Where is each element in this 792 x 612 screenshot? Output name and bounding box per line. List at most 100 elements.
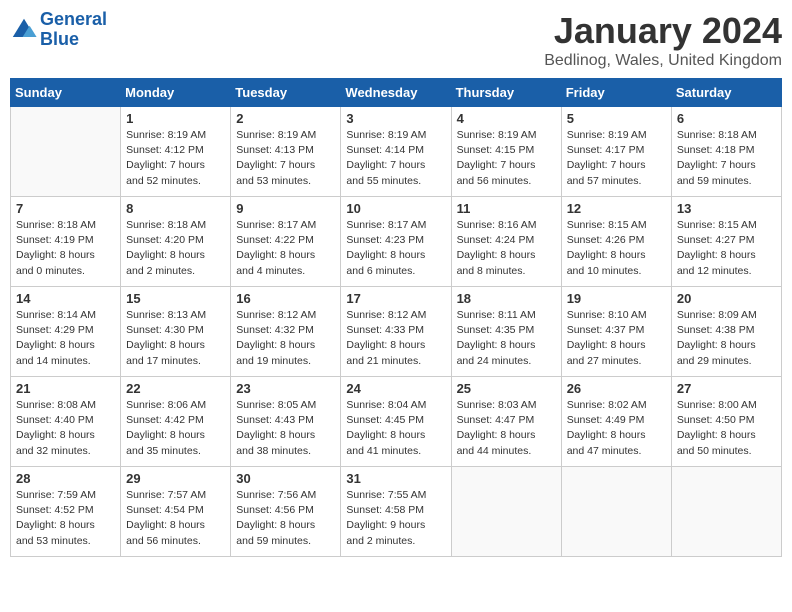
day-number: 27 — [677, 381, 776, 396]
calendar-week-row: 21 Sunrise: 8:08 AM Sunset: 4:40 PM Dayli… — [11, 377, 782, 467]
day-info: Sunrise: 8:12 AM Sunset: 4:33 PM Dayligh… — [346, 308, 445, 369]
day-number: 14 — [16, 291, 115, 306]
day-number: 22 — [126, 381, 225, 396]
day-number: 12 — [567, 201, 666, 216]
day-number: 4 — [457, 111, 556, 126]
day-number: 10 — [346, 201, 445, 216]
calendar-cell: 8 Sunrise: 8:18 AM Sunset: 4:20 PM Daylig… — [121, 197, 231, 287]
calendar-cell: 12 Sunrise: 8:15 AM Sunset: 4:26 PM Dayli… — [561, 197, 671, 287]
day-info: Sunrise: 8:09 AM Sunset: 4:38 PM Dayligh… — [677, 308, 776, 369]
day-info: Sunrise: 8:19 AM Sunset: 4:13 PM Dayligh… — [236, 128, 335, 189]
day-number: 8 — [126, 201, 225, 216]
calendar-week-row: 1 Sunrise: 8:19 AM Sunset: 4:12 PM Daylig… — [11, 107, 782, 197]
logo-icon — [10, 16, 38, 44]
calendar-table: SundayMondayTuesdayWednesdayThursdayFrid… — [10, 78, 782, 557]
day-number: 17 — [346, 291, 445, 306]
calendar-header-row: SundayMondayTuesdayWednesdayThursdayFrid… — [11, 79, 782, 107]
col-header-wednesday: Wednesday — [341, 79, 451, 107]
day-info: Sunrise: 8:15 AM Sunset: 4:27 PM Dayligh… — [677, 218, 776, 279]
calendar-week-row: 14Sunrise: 8:14 AM Sunset: 4:29 PM Dayli… — [11, 287, 782, 377]
calendar-cell: 7Sunrise: 8:18 AM Sunset: 4:19 PM Daylig… — [11, 197, 121, 287]
calendar-cell: 13 Sunrise: 8:15 AM Sunset: 4:27 PM Dayli… — [671, 197, 781, 287]
col-header-sunday: Sunday — [11, 79, 121, 107]
day-number: 16 — [236, 291, 335, 306]
day-number: 19 — [567, 291, 666, 306]
day-info: Sunrise: 8:19 AM Sunset: 4:17 PM Dayligh… — [567, 128, 666, 189]
calendar-cell: 18Sunrise: 8:11 AM Sunset: 4:35 PM Dayli… — [451, 287, 561, 377]
day-number: 11 — [457, 201, 556, 216]
calendar-cell: 30 Sunrise: 7:56 AM Sunset: 4:56 PM Dayli… — [231, 467, 341, 557]
day-number: 3 — [346, 111, 445, 126]
day-info: Sunrise: 8:08 AM Sunset: 4:40 PM Dayligh… — [16, 398, 115, 459]
day-number: 5 — [567, 111, 666, 126]
day-info: Sunrise: 7:56 AM Sunset: 4:56 PM Dayligh… — [236, 488, 335, 549]
calendar-subtitle: Bedlinog, Wales, United Kingdom — [544, 52, 782, 70]
day-number: 2 — [236, 111, 335, 126]
day-number: 6 — [677, 111, 776, 126]
calendar-cell — [671, 467, 781, 557]
calendar-week-row: 28 Sunrise: 7:59 AM Sunset: 4:52 PM Dayli… — [11, 467, 782, 557]
calendar-cell — [11, 107, 121, 197]
logo: General Blue — [10, 10, 107, 50]
calendar-cell: 5 Sunrise: 8:19 AM Sunset: 4:17 PM Daylig… — [561, 107, 671, 197]
col-header-friday: Friday — [561, 79, 671, 107]
day-number: 26 — [567, 381, 666, 396]
col-header-monday: Monday — [121, 79, 231, 107]
day-info: Sunrise: 8:18 AM Sunset: 4:20 PM Dayligh… — [126, 218, 225, 279]
calendar-cell — [561, 467, 671, 557]
calendar-cell: 10Sunrise: 8:17 AM Sunset: 4:23 PM Dayli… — [341, 197, 451, 287]
calendar-cell: 25 Sunrise: 8:03 AM Sunset: 4:47 PM Dayli… — [451, 377, 561, 467]
title-block: January 2024 Bedlinog, Wales, United Kin… — [544, 10, 782, 70]
calendar-cell: 26 Sunrise: 8:02 AM Sunset: 4:49 PM Dayli… — [561, 377, 671, 467]
day-info: Sunrise: 8:02 AM Sunset: 4:49 PM Dayligh… — [567, 398, 666, 459]
day-number: 29 — [126, 471, 225, 486]
calendar-cell: 27 Sunrise: 8:00 AM Sunset: 4:50 PM Dayli… — [671, 377, 781, 467]
col-header-thursday: Thursday — [451, 79, 561, 107]
day-number: 28 — [16, 471, 115, 486]
calendar-cell: 29 Sunrise: 7:57 AM Sunset: 4:54 PM Dayli… — [121, 467, 231, 557]
day-number: 20 — [677, 291, 776, 306]
day-number: 25 — [457, 381, 556, 396]
day-number: 31 — [346, 471, 445, 486]
calendar-cell: 14Sunrise: 8:14 AM Sunset: 4:29 PM Dayli… — [11, 287, 121, 377]
day-number: 23 — [236, 381, 335, 396]
day-info: Sunrise: 8:03 AM Sunset: 4:47 PM Dayligh… — [457, 398, 556, 459]
day-number: 24 — [346, 381, 445, 396]
calendar-cell: 22Sunrise: 8:06 AM Sunset: 4:42 PM Dayli… — [121, 377, 231, 467]
calendar-week-row: 7Sunrise: 8:18 AM Sunset: 4:19 PM Daylig… — [11, 197, 782, 287]
day-number: 13 — [677, 201, 776, 216]
logo-text: General Blue — [40, 10, 107, 50]
calendar-cell: 17 Sunrise: 8:12 AM Sunset: 4:33 PM Dayli… — [341, 287, 451, 377]
calendar-cell: 6 Sunrise: 8:18 AM Sunset: 4:18 PM Daylig… — [671, 107, 781, 197]
day-info: Sunrise: 8:18 AM Sunset: 4:18 PM Dayligh… — [677, 128, 776, 189]
calendar-cell: 20 Sunrise: 8:09 AM Sunset: 4:38 PM Dayli… — [671, 287, 781, 377]
calendar-cell: 2 Sunrise: 8:19 AM Sunset: 4:13 PM Daylig… — [231, 107, 341, 197]
day-info: Sunrise: 8:19 AM Sunset: 4:15 PM Dayligh… — [457, 128, 556, 189]
day-info: Sunrise: 8:04 AM Sunset: 4:45 PM Dayligh… — [346, 398, 445, 459]
calendar-cell: 23 Sunrise: 8:05 AM Sunset: 4:43 PM Dayli… — [231, 377, 341, 467]
day-number: 1 — [126, 111, 225, 126]
day-number: 30 — [236, 471, 335, 486]
calendar-cell: 9Sunrise: 8:17 AM Sunset: 4:22 PM Daylig… — [231, 197, 341, 287]
day-info: Sunrise: 8:15 AM Sunset: 4:26 PM Dayligh… — [567, 218, 666, 279]
calendar-cell: 31 Sunrise: 7:55 AM Sunset: 4:58 PM Dayli… — [341, 467, 451, 557]
page-header: General Blue January 2024 Bedlinog, Wale… — [10, 10, 782, 70]
day-info: Sunrise: 8:05 AM Sunset: 4:43 PM Dayligh… — [236, 398, 335, 459]
day-number: 18 — [457, 291, 556, 306]
day-info: Sunrise: 7:55 AM Sunset: 4:58 PM Dayligh… — [346, 488, 445, 549]
calendar-cell: 1 Sunrise: 8:19 AM Sunset: 4:12 PM Daylig… — [121, 107, 231, 197]
day-number: 21 — [16, 381, 115, 396]
day-info: Sunrise: 7:57 AM Sunset: 4:54 PM Dayligh… — [126, 488, 225, 549]
day-info: Sunrise: 8:12 AM Sunset: 4:32 PM Dayligh… — [236, 308, 335, 369]
calendar-title: January 2024 — [544, 10, 782, 52]
calendar-cell: 28 Sunrise: 7:59 AM Sunset: 4:52 PM Dayli… — [11, 467, 121, 557]
day-info: Sunrise: 8:13 AM Sunset: 4:30 PM Dayligh… — [126, 308, 225, 369]
day-info: Sunrise: 7:59 AM Sunset: 4:52 PM Dayligh… — [16, 488, 115, 549]
day-number: 7 — [16, 201, 115, 216]
day-info: Sunrise: 8:19 AM Sunset: 4:12 PM Dayligh… — [126, 128, 225, 189]
day-info: Sunrise: 8:00 AM Sunset: 4:50 PM Dayligh… — [677, 398, 776, 459]
day-number: 15 — [126, 291, 225, 306]
calendar-cell: 21 Sunrise: 8:08 AM Sunset: 4:40 PM Dayli… — [11, 377, 121, 467]
col-header-tuesday: Tuesday — [231, 79, 341, 107]
col-header-saturday: Saturday — [671, 79, 781, 107]
